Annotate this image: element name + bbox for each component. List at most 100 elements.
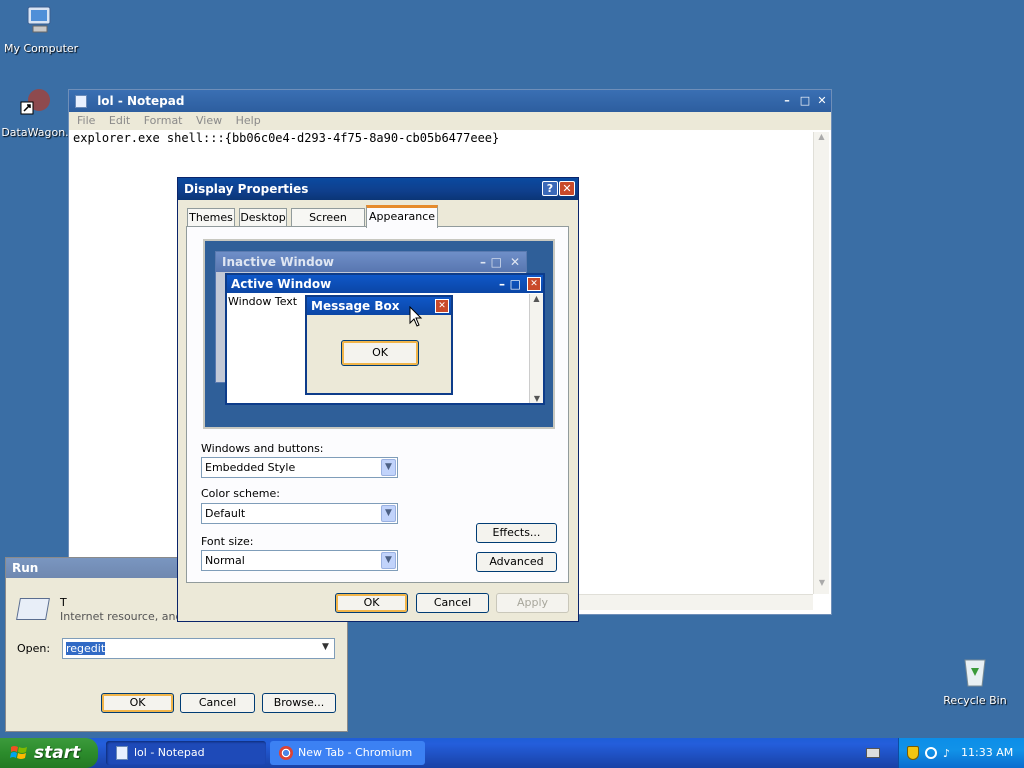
- open-label: Open:: [17, 642, 51, 655]
- desktop-icon-recycle-bin[interactable]: Recycle Bin: [940, 654, 1010, 707]
- display-properties-titlebar[interactable]: Display Properties ? ✕: [178, 178, 578, 200]
- tab-screen-saver[interactable]: Screen Saver: [291, 208, 365, 242]
- system-tray: ♪ 11:33 AM: [898, 738, 1024, 768]
- minimize-icon: –: [480, 255, 486, 269]
- preview-scrollbar: ▲ ▼: [529, 294, 543, 403]
- menu-view[interactable]: View: [196, 114, 222, 127]
- windows-logo-icon: [10, 746, 27, 759]
- notepad-content: explorer.exe shell:::{bb06c0e4-d293-4f75…: [73, 131, 500, 145]
- appearance-preview: Inactive Window – □ ✕ Active Window – □ …: [203, 239, 555, 429]
- preview-inactive-titlebar: Inactive Window – □ ✕: [216, 252, 526, 272]
- maximize-icon: □: [509, 277, 521, 291]
- scroll-up-icon: ▲: [533, 294, 540, 303]
- preview-message-box: Message Box ✕ OK: [305, 295, 453, 395]
- ok-button[interactable]: OK: [335, 593, 408, 613]
- preview-window-text: Window Text: [228, 295, 298, 308]
- close-icon: ✕: [509, 255, 520, 269]
- display-properties-title: Display Properties: [184, 182, 309, 196]
- appearance-panel: Inactive Window – □ ✕ Active Window – □ …: [186, 226, 569, 583]
- notepad-vscrollbar[interactable]: ▲ ▼: [813, 132, 829, 594]
- menu-edit[interactable]: Edit: [109, 114, 130, 127]
- run-browse-button[interactable]: Browse...: [262, 693, 336, 713]
- start-label: start: [34, 743, 81, 763]
- minimize-icon: –: [499, 277, 505, 291]
- effects-button[interactable]: Effects...: [476, 523, 557, 543]
- help-icon[interactable]: ?: [542, 181, 558, 196]
- open-input[interactable]: regedit ▼: [62, 638, 335, 659]
- tab-themes[interactable]: Themes: [187, 208, 235, 227]
- windows-buttons-label: Windows and buttons:: [201, 442, 324, 455]
- tab-desktop[interactable]: Desktop: [239, 208, 287, 227]
- color-scheme-select[interactable]: Default ▼: [201, 503, 398, 524]
- desktop-icon-label: Recycle Bin: [943, 694, 1007, 707]
- task-chromium-label: New Tab - Chromium: [298, 746, 413, 759]
- volume-icon[interactable]: ♪: [943, 747, 950, 760]
- desktop-icon-datawagon[interactable]: DataWagon.: [0, 88, 70, 139]
- advanced-button[interactable]: Advanced: [476, 552, 557, 572]
- security-shield-icon[interactable]: [907, 746, 919, 760]
- menu-file[interactable]: File: [77, 114, 95, 127]
- desktop-icon-label: DataWagon.: [1, 126, 69, 139]
- notepad-title: lol - Notepad: [97, 94, 185, 108]
- notepad-app-icon: [75, 95, 87, 108]
- font-size-value: Normal: [205, 554, 245, 567]
- run-cancel-button[interactable]: Cancel: [180, 693, 255, 713]
- windows-buttons-value: Embedded Style: [205, 461, 296, 474]
- clock[interactable]: 11:33 AM: [961, 746, 1013, 759]
- chevron-down-icon[interactable]: ▼: [381, 552, 396, 569]
- computer-icon: [27, 6, 51, 33]
- close-icon[interactable]: ✕: [559, 181, 575, 196]
- display-properties-dialog: Display Properties ? ✕ Themes Desktop Sc…: [177, 177, 579, 622]
- color-scheme-value: Default: [205, 507, 246, 520]
- tab-appearance[interactable]: Appearance: [366, 205, 438, 228]
- run-title: Run: [12, 561, 39, 575]
- chevron-down-icon[interactable]: ▼: [381, 459, 396, 476]
- keyboard-icon[interactable]: [866, 748, 880, 758]
- font-size-select[interactable]: Normal ▼: [201, 550, 398, 571]
- close-icon: ✕: [435, 299, 449, 313]
- close-icon: ✕: [527, 277, 541, 291]
- desktop-icon-my-computer[interactable]: My Computer: [4, 4, 79, 55]
- notepad-titlebar[interactable]: lol - Notepad – □ ✕: [69, 90, 831, 112]
- taskbar: start lol - Notepad New Tab - Chromium ♪…: [0, 738, 1024, 768]
- task-chromium[interactable]: New Tab - Chromium: [270, 741, 425, 765]
- minimize-icon[interactable]: –: [779, 93, 795, 108]
- preview-msgbox-titlebar: Message Box ✕: [307, 297, 451, 315]
- chevron-down-icon[interactable]: ▼: [318, 640, 333, 657]
- menu-format[interactable]: Format: [144, 114, 183, 127]
- run-description-1: T: [60, 596, 67, 609]
- shortcut-icon: [20, 89, 50, 115]
- preview-msgbox-ok: OK: [341, 340, 419, 366]
- menu-help[interactable]: Help: [236, 114, 261, 127]
- close-icon[interactable]: ✕: [814, 93, 830, 108]
- desktop-icon-label: My Computer: [4, 42, 79, 55]
- preview-inactive-title: Inactive Window: [222, 255, 335, 269]
- run-ok-button[interactable]: OK: [101, 693, 174, 713]
- notepad-task-icon: [116, 746, 128, 760]
- network-icon[interactable]: [925, 747, 937, 759]
- run-app-icon: [16, 598, 50, 620]
- preview-active-titlebar: Active Window – □ ✕: [227, 275, 543, 293]
- color-scheme-label: Color scheme:: [201, 487, 280, 500]
- task-notepad[interactable]: lol - Notepad: [106, 741, 266, 765]
- apply-button[interactable]: Apply: [496, 593, 569, 613]
- start-button[interactable]: start: [0, 738, 98, 768]
- chevron-down-icon[interactable]: ▼: [381, 505, 396, 522]
- recycle-bin-icon: [964, 659, 986, 687]
- notepad-menubar: File Edit Format View Help: [69, 112, 831, 130]
- chromium-icon: [279, 746, 293, 760]
- open-input-value: regedit: [66, 642, 106, 655]
- scroll-down-icon: ▼: [533, 394, 541, 403]
- preview-active-title: Active Window: [231, 277, 332, 291]
- scroll-down-icon[interactable]: ▼: [814, 578, 830, 594]
- font-size-label: Font size:: [201, 535, 254, 548]
- task-notepad-label: lol - Notepad: [134, 746, 205, 759]
- windows-buttons-select[interactable]: Embedded Style ▼: [201, 457, 398, 478]
- cancel-button[interactable]: Cancel: [416, 593, 489, 613]
- maximize-icon[interactable]: □: [797, 93, 813, 108]
- cursor-icon: [409, 306, 423, 327]
- scroll-up-icon[interactable]: ▲: [814, 132, 829, 148]
- maximize-icon: □: [490, 255, 502, 269]
- preview-msgbox-title: Message Box: [311, 299, 400, 313]
- preview-active-window: Active Window – □ ✕ Window Text ▲ ▼ Mess…: [225, 273, 545, 405]
